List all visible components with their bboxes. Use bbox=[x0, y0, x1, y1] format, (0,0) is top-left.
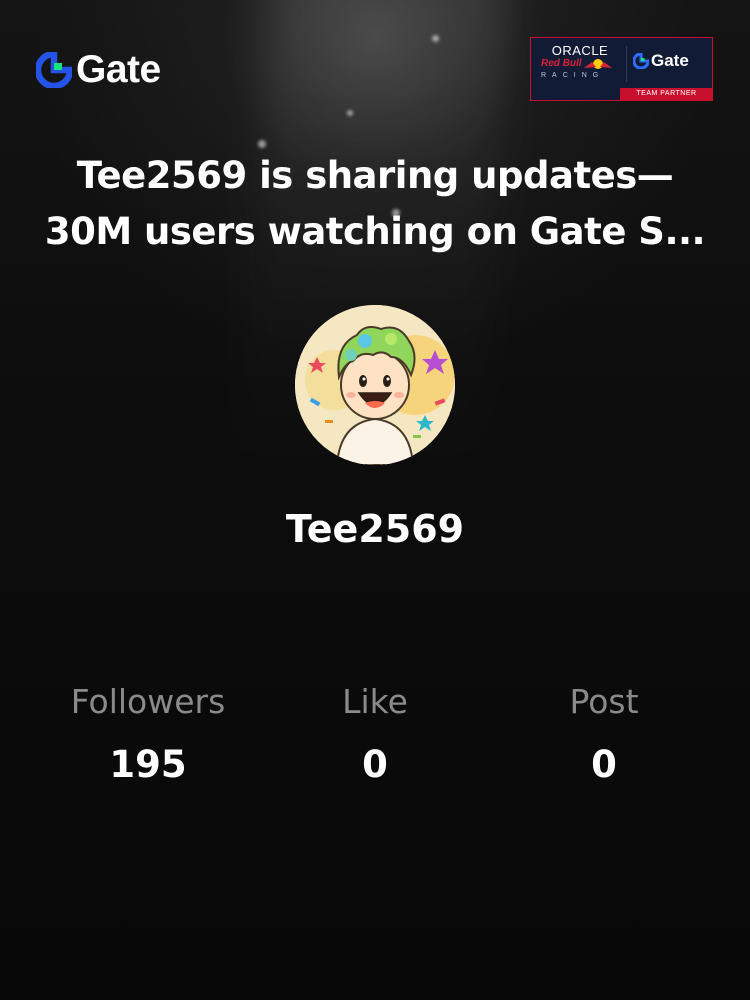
stat-value: 0 bbox=[591, 743, 617, 786]
badge-gate-text: Gate bbox=[651, 51, 689, 70]
stat-label: Post bbox=[569, 682, 639, 721]
badge-divider bbox=[626, 46, 627, 82]
stat-post: Post 0 bbox=[484, 680, 724, 790]
racing-text: RACING bbox=[541, 72, 605, 79]
sparkle bbox=[347, 110, 353, 116]
headline-line-2: 30M users watching on Gate S... bbox=[44, 210, 706, 253]
share-card: Gate ORACLE Red Bull RACING Gate TEAM PA… bbox=[0, 0, 750, 1000]
bull-icon bbox=[584, 59, 612, 69]
gate-logo: Gate bbox=[36, 50, 161, 90]
stat-label: Like bbox=[342, 682, 408, 721]
team-partner-strip: TEAM PARTNER bbox=[620, 88, 713, 100]
gate-logo-icon bbox=[633, 53, 649, 69]
headline-line-1: Tee2569 is sharing updates— bbox=[76, 154, 674, 197]
sparkle bbox=[258, 140, 266, 148]
stat-value: 195 bbox=[109, 743, 187, 786]
stat-followers: Followers 195 bbox=[28, 680, 268, 790]
badge-gate-logo: Gate bbox=[633, 51, 689, 71]
stat-value: 0 bbox=[362, 743, 388, 786]
stat-label: Followers bbox=[70, 682, 226, 721]
team-partner-badge: ORACLE Red Bull RACING Gate TEAM PARTNER bbox=[530, 37, 713, 101]
share-headline: Tee2569 is sharing updates— 30M users wa… bbox=[40, 148, 710, 260]
username: Tee2569 bbox=[285, 507, 465, 551]
sparkle bbox=[432, 35, 439, 42]
stat-like: Like 0 bbox=[255, 680, 495, 790]
gate-logo-icon bbox=[36, 52, 72, 88]
avatar bbox=[295, 305, 455, 465]
cartoon-avatar-icon bbox=[295, 305, 455, 465]
gate-logo-text: Gate bbox=[76, 48, 161, 91]
